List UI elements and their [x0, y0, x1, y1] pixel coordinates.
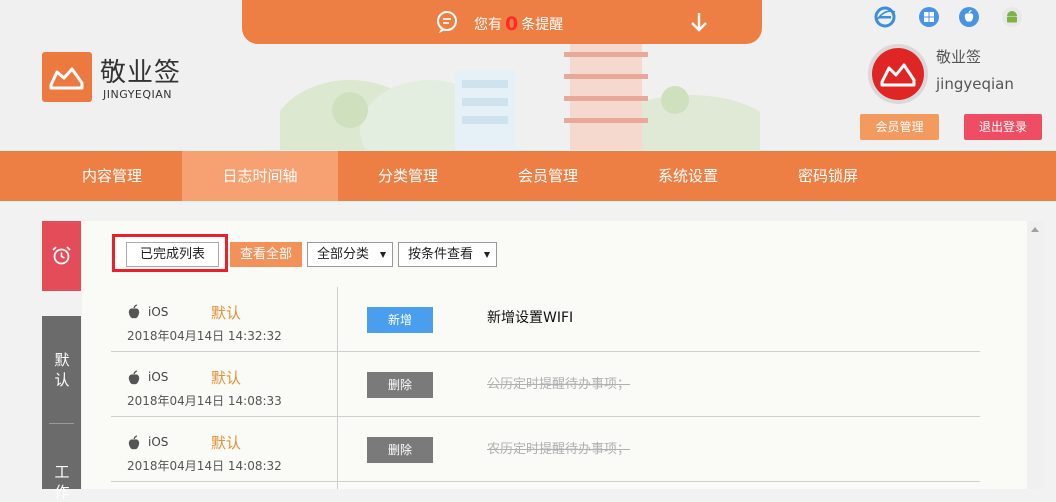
chat-bubble-icon	[437, 11, 457, 33]
apple-icon	[128, 304, 140, 319]
nav-log-timeline[interactable]: 日志时间轴	[182, 151, 338, 201]
reminder-bar[interactable]: 您有 0 条提醒	[242, 0, 762, 44]
scroll-up-icon[interactable]	[1031, 227, 1039, 232]
member-management-button[interactable]: 会员管理	[860, 114, 939, 140]
android-icon[interactable]	[1001, 6, 1023, 28]
platform-label: iOS	[148, 305, 169, 319]
record-content: 新增设置WIFI	[487, 310, 574, 326]
logo-title: 敬业签	[100, 58, 182, 88]
logout-button[interactable]: 退出登录	[964, 114, 1042, 140]
category-select[interactable]: 全部分类	[307, 242, 393, 267]
filter-select[interactable]: 按条件查看	[398, 242, 497, 267]
nav-category-management[interactable]: 分类管理	[338, 151, 478, 201]
side-tab-work[interactable]: 工作	[52, 462, 72, 502]
category-label: 默认	[211, 304, 242, 322]
user-name: 敬业签	[936, 48, 982, 66]
nav-member-management[interactable]: 会员管理	[478, 151, 618, 201]
platform-label: iOS	[148, 435, 169, 449]
category-label: 默认	[211, 434, 242, 452]
row-divider	[111, 416, 980, 417]
timeline-divider	[337, 287, 338, 489]
action-badge[interactable]: 新增	[367, 307, 433, 333]
timestamp: 2018年04月14日 14:32:32	[127, 329, 282, 343]
completed-list-button[interactable]: 已完成列表	[126, 242, 219, 267]
banner-illustration	[280, 40, 760, 150]
timestamp: 2018年04月14日 14:08:32	[127, 459, 282, 473]
ie-icon[interactable]	[874, 6, 896, 28]
side-tab-default[interactable]: 默认	[52, 350, 72, 390]
avatar[interactable]	[868, 44, 928, 104]
scrollbar[interactable]	[1027, 221, 1044, 489]
reminder-tab[interactable]	[42, 221, 81, 291]
arrow-down-icon[interactable]	[689, 10, 709, 34]
action-badge[interactable]: 删除	[367, 372, 433, 398]
logo-subtitle: JINGYEQIAN	[103, 88, 173, 101]
main-nav: 内容管理 日志时间轴 分类管理 会员管理 系统设置 密码锁屏	[0, 151, 1056, 201]
row-divider	[111, 351, 980, 352]
platform-label: iOS	[148, 370, 169, 384]
record-content: 公历定时提醒待办事项；	[487, 377, 631, 392]
view-all-button[interactable]: 查看全部	[230, 242, 302, 267]
avatar-logo-icon	[880, 63, 916, 87]
apple-icon	[128, 370, 140, 385]
dropdown-arrow-icon	[484, 252, 490, 258]
record-content: 农历定时提醒待办事项；	[487, 442, 631, 457]
action-badge[interactable]: 删除	[367, 437, 433, 463]
category-side-tabs: 默认 工作	[42, 316, 81, 501]
logo-icon[interactable]	[42, 52, 92, 102]
dropdown-arrow-icon	[380, 252, 386, 258]
row-divider	[111, 481, 980, 482]
reminder-count: 0	[505, 13, 519, 35]
nav-content-management[interactable]: 内容管理	[42, 151, 182, 201]
timestamp: 2018年04月14日 14:08:33	[127, 394, 282, 408]
reminder-text: 您有 0 条提醒	[474, 13, 564, 35]
nav-system-settings[interactable]: 系统设置	[618, 151, 758, 201]
apple-icon	[128, 435, 140, 450]
category-label: 默认	[211, 369, 242, 387]
nav-password-lock[interactable]: 密码锁屏	[758, 151, 898, 201]
logo-mark-icon	[49, 67, 84, 90]
side-tab-divider	[49, 423, 74, 424]
user-account: jingyeqian	[936, 75, 1014, 93]
windows-icon[interactable]	[918, 6, 940, 28]
alarm-clock-icon	[52, 246, 71, 265]
apple-icon[interactable]	[958, 6, 980, 28]
